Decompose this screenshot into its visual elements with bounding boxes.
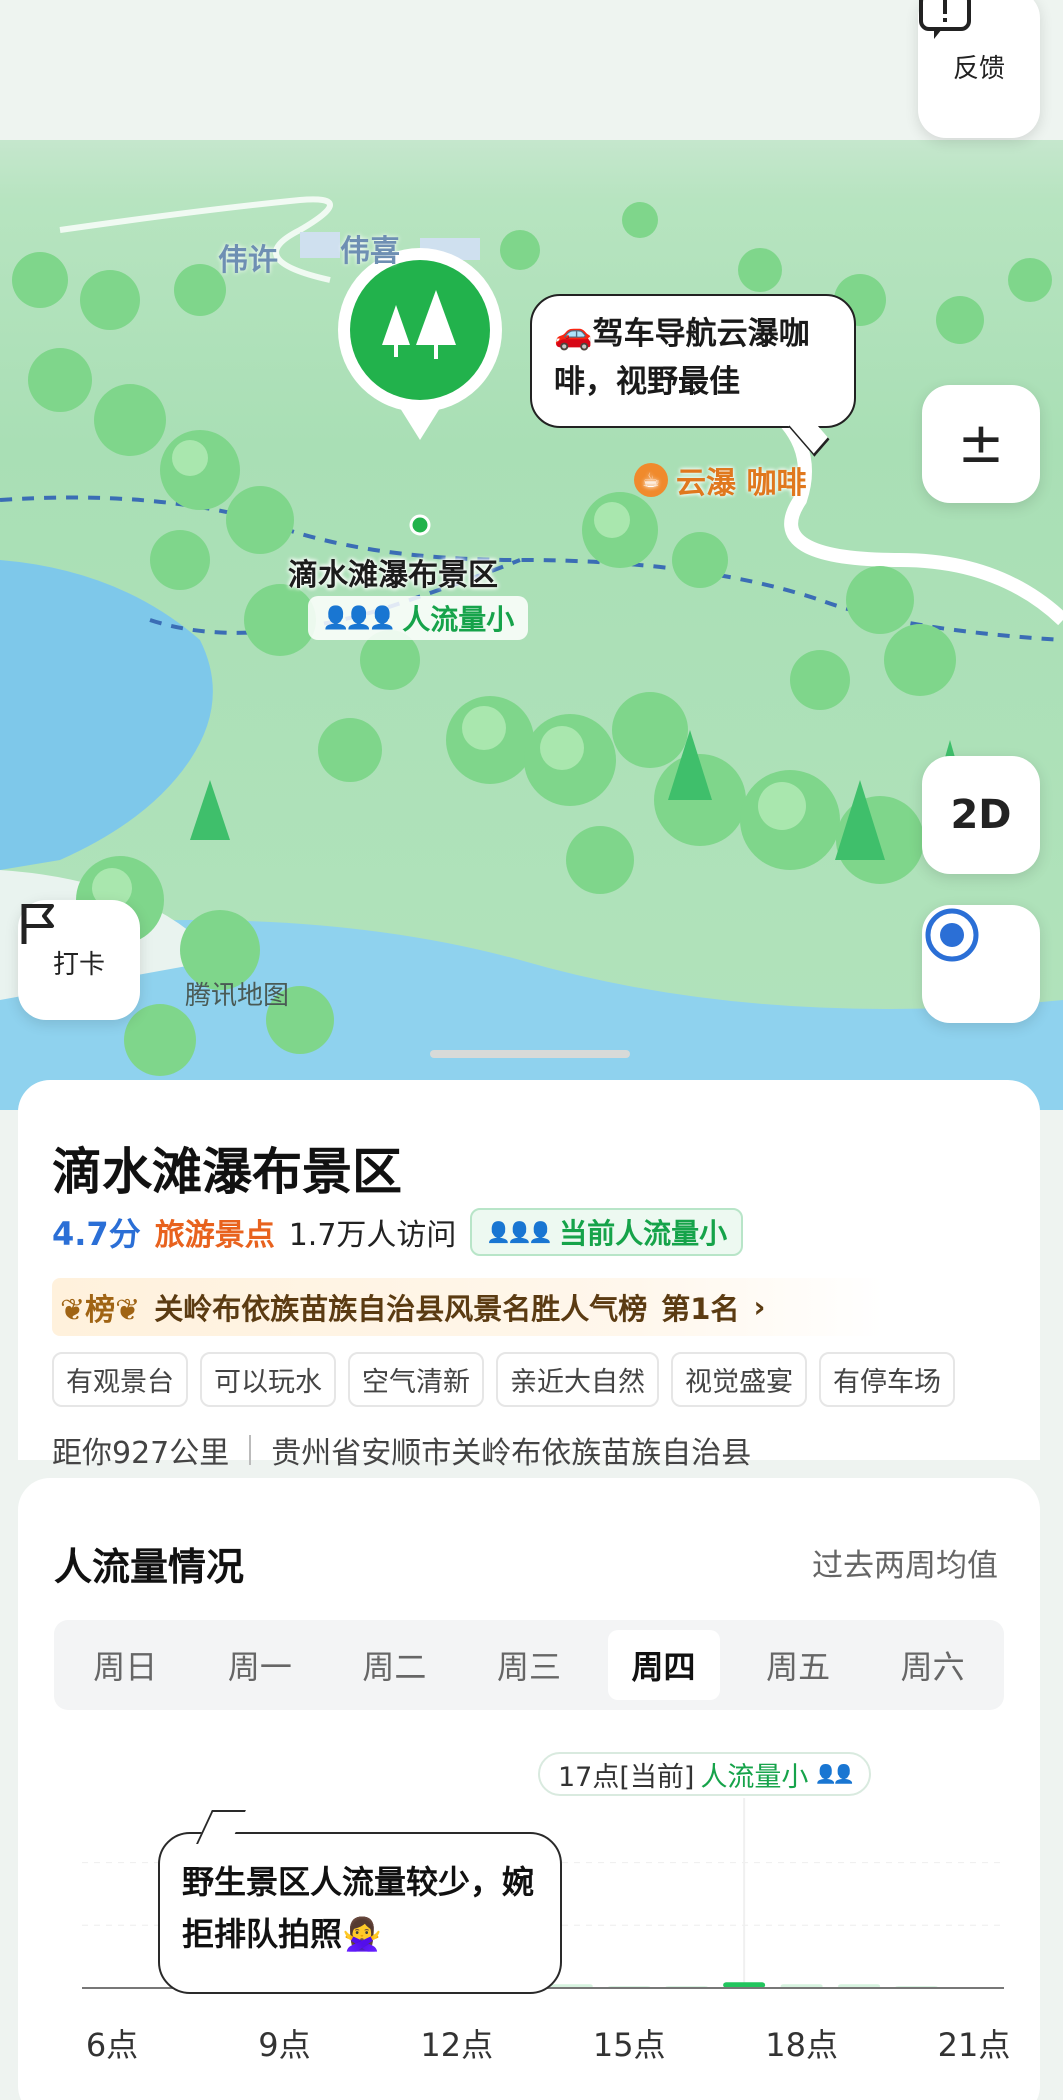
poi-crowd-text: 人流量小 — [402, 603, 515, 636]
tag-item[interactable]: 有观景台 — [52, 1352, 188, 1407]
flag-icon — [21, 904, 54, 944]
address-text: 贵州省安顺市关岭布依族苗族自治县 — [271, 1436, 752, 1471]
tab-saturday[interactable]: 周六 — [877, 1630, 989, 1700]
x-tick-label: 6点 — [86, 2026, 138, 2064]
current-crowd-text: 当前人流量小 — [559, 1217, 728, 1250]
chart-tooltip: 17点[当前] 人流量小 👤👤 — [538, 1752, 872, 1796]
nav-tip-bubble[interactable]: 🚗驾车导航云瀑咖啡，视野最佳 — [530, 294, 856, 457]
cafe-poi[interactable]: ☕ 云瀑 咖啡 — [634, 458, 806, 502]
poi-label[interactable]: 滴水滩瀑布景区 — [288, 550, 498, 594]
tag-item[interactable]: 空气清新 — [348, 1352, 484, 1407]
map-view[interactable]: 伟许 伟喜 滴水滩瀑布景区 👤👤👤 人流量小 🚗驾车导航云瀑咖啡，视野最佳 ☕ … — [0, 0, 1063, 1110]
ranking-banner[interactable]: ❦榜❦ 关岭布依族苗族自治县风景名胜人气榜 第1名 › — [52, 1278, 884, 1336]
location-icon — [925, 908, 979, 962]
tab-monday[interactable]: 周一 — [204, 1630, 316, 1700]
coffee-icon: ☕ — [634, 463, 668, 497]
tag-item[interactable]: 亲近大自然 — [496, 1352, 659, 1407]
feedback-label: 反馈 — [952, 52, 1005, 83]
visit-count: 1.7万人访问 — [288, 1218, 457, 1253]
x-tick-label: 21点 — [938, 2026, 1011, 2064]
people-icon: 👤👤👤 — [486, 1220, 553, 1244]
view-2d-button[interactable]: 2D — [922, 756, 1040, 874]
rank-position: 第1名 — [661, 1292, 740, 1326]
place-info-card[interactable]: 滴水滩瀑布景区 4.7分 旅游景点 1.7万人访问 👤👤👤 当前人流量小 ❦榜❦… — [18, 1080, 1040, 1471]
crowd-tip-bubble: 野生景区人流量较少，婉拒排队拍照🙅‍♀️ — [158, 1810, 562, 1994]
place-category: 旅游景点 — [154, 1218, 275, 1253]
tag-item[interactable]: 视觉盛宴 — [671, 1352, 807, 1407]
zoom-icon: ± — [957, 411, 1005, 476]
sky-haze — [0, 0, 1063, 140]
crowd-subtitle: 过去两周均值 — [812, 1548, 998, 1584]
cafe-name: 云瀑 咖啡 — [676, 466, 807, 501]
locate-button[interactable] — [922, 905, 1040, 1023]
village-label-weixu: 伟许 — [218, 243, 278, 278]
tab-tuesday[interactable]: 周二 — [338, 1630, 450, 1700]
feedback-button[interactable]: 反馈 — [918, 0, 1040, 138]
tab-friday[interactable]: 周五 — [742, 1630, 854, 1700]
tab-thursday[interactable]: 周四 — [607, 1630, 720, 1700]
place-title: 滴水滩瀑布景区 — [52, 1143, 402, 1201]
checkin-button[interactable]: 打卡 — [18, 900, 140, 1020]
x-tick-label: 18点 — [765, 2026, 838, 2064]
tab-wednesday[interactable]: 周三 — [473, 1630, 585, 1700]
tooltip-time: 17点[当前] — [558, 1761, 695, 1793]
tooltip-level: 人流量小 — [700, 1761, 809, 1793]
divider — [249, 1435, 252, 1465]
weekday-tabs: 周日 周一 周二 周三 周四 周五 周六 — [54, 1620, 1004, 1710]
x-tick-label: 12点 — [420, 2026, 493, 2064]
nav-tip-text: 🚗驾车导航云瀑咖啡，视野最佳 — [554, 316, 810, 400]
crowd-title: 人流量情况 — [54, 1545, 245, 1589]
chevron-right-icon: › — [753, 1290, 766, 1324]
tag-item[interactable]: 有停车场 — [819, 1352, 955, 1407]
map-canvas — [0, 0, 1063, 1110]
poi-pin[interactable] — [338, 248, 502, 536]
x-tick-label: 15点 — [593, 2026, 666, 2064]
checkin-label: 打卡 — [52, 948, 105, 979]
current-crowd-chip: 👤👤👤 当前人流量小 — [470, 1208, 744, 1256]
feedback-icon — [919, 0, 971, 39]
rating-score: 4.7分 — [52, 1215, 141, 1253]
crowd-card: 人流量情况 过去两周均值 周日 周一 周二 周三 周四 周五 周六 6点 9点 12… — [18, 1478, 1040, 2100]
x-tick-label: 9点 — [258, 2026, 310, 2064]
crowd-tip-text: 野生景区人流量较少，婉拒排队拍照🙅‍♀️ — [182, 1863, 535, 1953]
tab-sunday[interactable]: 周日 — [69, 1630, 181, 1700]
crowd-chart: 6点 9点 12点 15点 18点 21点 17点[当前] 人流量小 👤👤 野生景区人流量… — [18, 1728, 1040, 2100]
sheet-drag-handle[interactable] — [430, 1050, 630, 1058]
map-watermark: 腾讯地图 — [185, 981, 290, 1011]
zoom-button[interactable]: ± — [922, 385, 1040, 503]
people-icon: 👤👤 — [814, 1763, 855, 1785]
people-icon: 👤👤👤 — [322, 605, 396, 631]
rank-list-name: 关岭布依族苗族自治县风景名胜人气榜 — [154, 1292, 648, 1326]
river-left — [0, 560, 213, 870]
location-row: 距你927公里 贵州省安顺市关岭布依族苗族自治县 — [52, 1428, 751, 1472]
tag-list: 有观景台 可以玩水 空气清新 亲近大自然 视觉盛宴 有停车场 — [52, 1352, 955, 1407]
tag-item[interactable]: 可以玩水 — [200, 1352, 336, 1407]
place-meta-row: 4.7分 旅游景点 1.7万人访问 👤👤👤 当前人流量小 — [52, 1208, 744, 1256]
poi-crowd-chip: 👤👤👤 人流量小 — [308, 596, 529, 640]
village-label-weixi: 伟喜 — [340, 234, 400, 269]
rank-badge-text: 榜 — [85, 1293, 116, 1328]
distance-text: 距你927公里 — [52, 1436, 230, 1471]
laurel-badge-icon: ❦榜❦ — [60, 1293, 141, 1328]
